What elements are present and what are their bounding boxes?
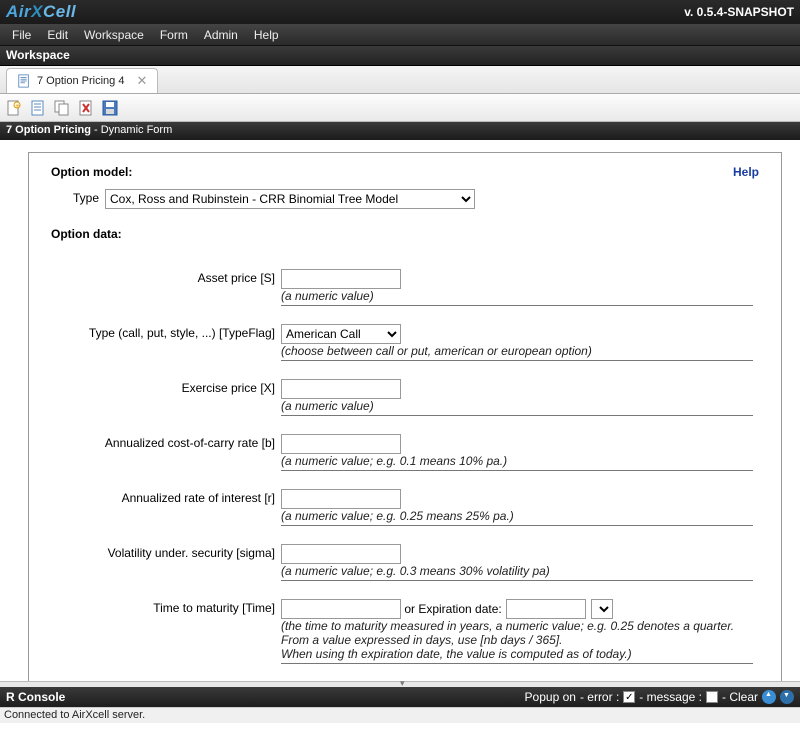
tab-option-pricing[interactable]: 7 Option Pricing 4 ✕ — [6, 68, 158, 93]
popup-label: Popup on — [525, 690, 576, 704]
workspace-title: Workspace — [0, 46, 800, 66]
collapse-handle[interactable] — [0, 681, 800, 687]
asset-price-input[interactable] — [281, 269, 401, 289]
expiration-date-input[interactable] — [506, 599, 586, 619]
svg-text:✳: ✳ — [15, 103, 20, 110]
form-header: 7 Option Pricing - Dynamic Form — [0, 122, 800, 140]
error-checkbox[interactable]: ✓ — [623, 691, 635, 703]
menu-admin[interactable]: Admin — [196, 25, 246, 45]
message-checkbox[interactable] — [706, 691, 718, 703]
tab-label: 7 Option Pricing 4 — [37, 75, 124, 87]
copy-icon[interactable] — [54, 100, 70, 116]
time-hint-2: From a value expressed in days, use [nb … — [281, 633, 759, 647]
form-scroll-area[interactable]: Option model: Help Type Cox, Ross and Ru… — [0, 140, 800, 687]
typeflag-label: Type (call, put, style, ...) [TypeFlag] — [51, 324, 281, 361]
asset-price-hint: (a numeric value) — [281, 289, 753, 306]
clear-label[interactable]: - Clear — [722, 690, 758, 704]
typeflag-hint: (choose between call or put, american or… — [281, 344, 753, 361]
scroll-up-icon[interactable] — [762, 690, 776, 704]
interest-rate-label: Annualized rate of interest [r] — [51, 489, 281, 526]
toolbar: ✳ — [0, 94, 800, 122]
section-option-data: Option data: — [51, 227, 759, 241]
interest-rate-hint: (a numeric value; e.g. 0.25 means 25% pa… — [281, 509, 753, 526]
expiration-date-picker[interactable] — [591, 599, 613, 619]
interest-rate-input[interactable] — [281, 489, 401, 509]
type-select[interactable]: Cox, Ross and Rubinstein - CRR Binomial … — [105, 189, 475, 209]
type-label: Type — [51, 189, 105, 209]
volatility-input[interactable] — [281, 544, 401, 564]
status-bar: Connected to AirXcell server. — [0, 707, 800, 723]
time-hint-3: When using th expiration date, the value… — [281, 647, 753, 664]
tab-close-icon[interactable]: ✕ — [136, 73, 147, 89]
exercise-price-label: Exercise price [X] — [51, 379, 281, 416]
asset-price-label: Asset price [S] — [51, 269, 281, 306]
save-icon[interactable] — [102, 100, 118, 116]
time-to-maturity-label: Time to maturity [Time] — [51, 599, 281, 664]
section-option-model: Option model: — [51, 165, 132, 179]
volatility-label: Volatility under. security [sigma] — [51, 544, 281, 581]
console-label: R Console — [6, 690, 65, 704]
app-version: v. 0.5.4-SNAPSHOT — [684, 5, 794, 19]
tab-strip: 7 Option Pricing 4 ✕ — [0, 66, 800, 94]
console-bar: R Console Popup on - error : ✓ - message… — [0, 687, 800, 707]
scroll-down-icon[interactable] — [780, 690, 794, 704]
app-logo: AirXCell — [6, 2, 76, 22]
or-expiration-label: or Expiration date: — [401, 602, 502, 616]
carry-rate-hint: (a numeric value; e.g. 0.1 means 10% pa.… — [281, 454, 753, 471]
menu-edit[interactable]: Edit — [39, 25, 76, 45]
typeflag-select[interactable]: American Call — [281, 324, 401, 344]
volatility-hint: (a numeric value; e.g. 0.3 means 30% vol… — [281, 564, 753, 581]
carry-rate-label: Annualized cost-of-carry rate [b] — [51, 434, 281, 471]
delete-icon[interactable] — [78, 100, 94, 116]
exercise-price-input[interactable] — [281, 379, 401, 399]
time-to-maturity-input[interactable] — [281, 599, 401, 619]
menu-form[interactable]: Form — [152, 25, 196, 45]
menu-workspace[interactable]: Workspace — [76, 25, 152, 45]
error-label: - error : — [580, 690, 619, 704]
menu-bar: File Edit Workspace Form Admin Help — [0, 24, 800, 46]
help-link[interactable]: Help — [733, 165, 759, 179]
app-header: AirXCell v. 0.5.4-SNAPSHOT — [0, 0, 800, 24]
menu-help[interactable]: Help — [246, 25, 287, 45]
doc-icon[interactable] — [30, 100, 46, 116]
exercise-price-hint: (a numeric value) — [281, 399, 753, 416]
carry-rate-input[interactable] — [281, 434, 401, 454]
document-icon — [17, 74, 31, 88]
new-doc-icon[interactable]: ✳ — [6, 100, 22, 116]
time-hint-1: (the time to maturity measured in years,… — [281, 619, 759, 633]
message-label: - message : — [639, 690, 702, 704]
menu-file[interactable]: File — [4, 25, 39, 45]
